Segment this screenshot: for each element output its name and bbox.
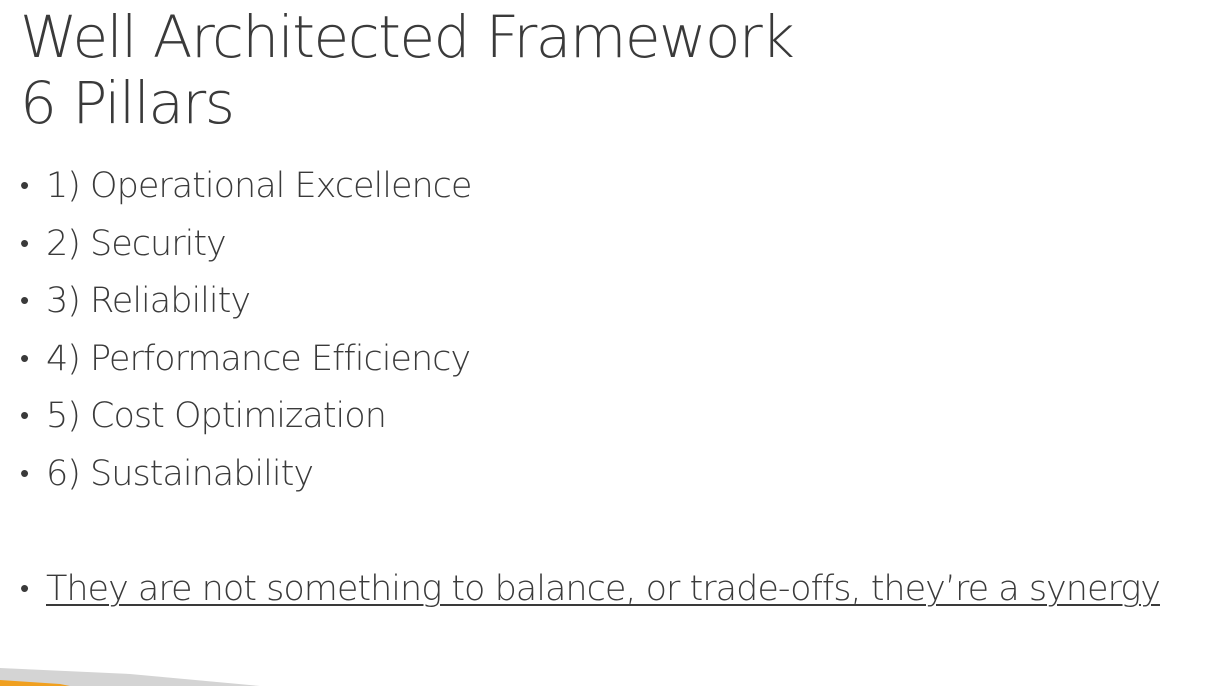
- bullet-dot: •: [20, 401, 29, 431]
- bullet-dot: •: [20, 574, 29, 604]
- pillar-label: 1) Operational Excellence: [46, 166, 472, 206]
- bullet-dot: •: [20, 286, 29, 316]
- title-line-2: 6 Pillars: [20, 69, 235, 137]
- list-item: • 1) Operational Excellence: [20, 166, 472, 206]
- bullet-dot: •: [20, 229, 29, 259]
- list-item: • 4) Performance Efficiency: [20, 339, 471, 379]
- pillar-label: 3) Reliability: [46, 281, 251, 321]
- pillar-label: 6) Sustainability: [46, 454, 314, 494]
- synergy-note-text: They are not something to balance, or tr…: [46, 569, 1161, 609]
- list-item: • 2) Security: [20, 224, 227, 264]
- list-item: • 3) Reliability: [20, 281, 251, 321]
- title-line-1: Well Architected Framework: [20, 3, 795, 71]
- bullet-dot: •: [20, 344, 29, 374]
- pillar-label: 2) Security: [46, 224, 227, 264]
- slide-title: Well Architected Framework 6 Pillars: [20, 3, 795, 137]
- corner-accent: [0, 668, 260, 686]
- list-item: • 6) Sustainability: [20, 454, 314, 494]
- bullet-dot: •: [20, 171, 29, 201]
- slide: Well Architected Framework 6 Pillars • 1)…: [0, 0, 1214, 686]
- bullet-dot: •: [20, 459, 29, 489]
- pillar-label: 4) Performance Efficiency: [46, 339, 471, 379]
- list-item: • 5) Cost Optimization: [20, 396, 387, 436]
- pillar-label: 5) Cost Optimization: [46, 396, 387, 436]
- synergy-note: • They are not something to balance, or t…: [20, 569, 1161, 609]
